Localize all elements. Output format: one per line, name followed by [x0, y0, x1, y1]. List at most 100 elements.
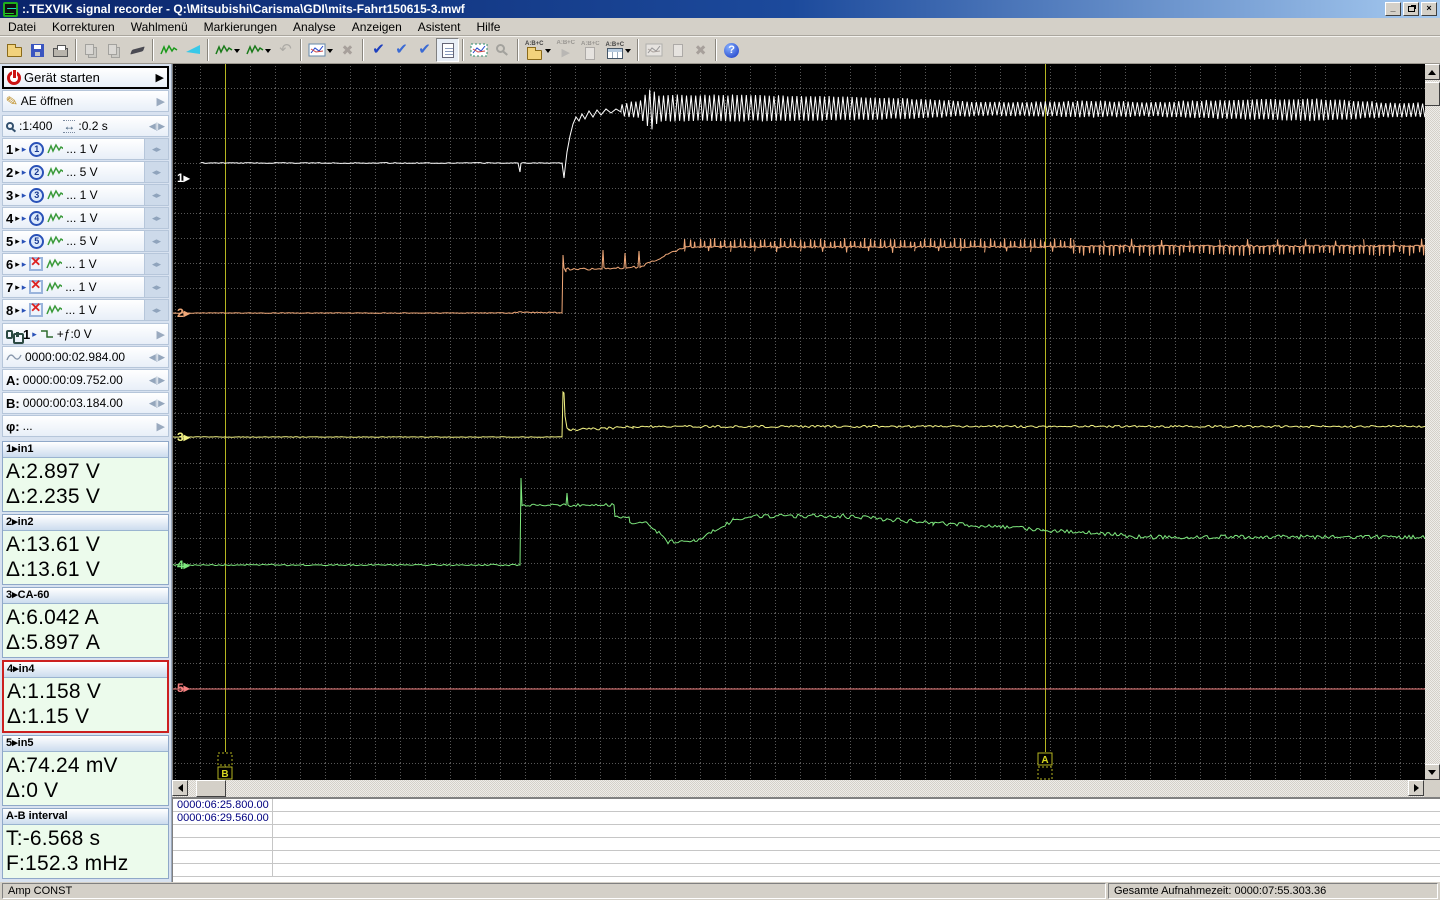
channel-row-4[interactable]: 4 ▸ ▸ 4... 1 V ◂▸: [2, 207, 169, 229]
abc-table-button[interactable]: A:B+C: [603, 38, 635, 62]
scroll-down-button[interactable]: [1424, 764, 1440, 780]
marker-pen-button[interactable]: [181, 38, 204, 62]
horizontal-scrollbar[interactable]: [172, 780, 1440, 797]
vertical-scrollbar[interactable]: [1424, 64, 1440, 780]
search-zoom-button[interactable]: [491, 38, 514, 62]
open-ae-label: AE öffnen: [20, 94, 74, 108]
channel-enabled-icon[interactable]: 3: [29, 187, 45, 203]
plot-area[interactable]: B A 1▸ 2▸ 3▸ 4▸ 5▸: [172, 64, 1425, 780]
channel-enabled-icon[interactable]: 4: [29, 210, 45, 226]
shift-signal-button[interactable]: [243, 38, 274, 62]
channel-adjust-arrows[interactable]: ◂▸: [144, 208, 168, 228]
channel-row-7[interactable]: 7▸▸... 1 V◂▸: [2, 276, 169, 298]
channel-adjust-arrows[interactable]: ◂▸: [144, 139, 168, 159]
clear-button[interactable]: [126, 38, 149, 62]
zoom-step-arrows[interactable]: ◀|▶: [149, 121, 165, 132]
help-button[interactable]: ?: [720, 38, 743, 62]
open-ae-button[interactable]: ✎ AE öffnen ▶: [2, 90, 169, 112]
channel-row-2[interactable]: 2 ▸ ▸ 2... 5 V ◂▸: [2, 161, 169, 183]
undo-button[interactable]: ↶: [274, 38, 297, 62]
chart-window-button[interactable]: [305, 38, 336, 62]
trigger-row[interactable]: 1 ▸ +ƒ:0 V ▶: [2, 323, 169, 345]
restore-button[interactable]: [1403, 2, 1419, 16]
cursor-step-arrows[interactable]: ◀|▶: [149, 352, 165, 363]
impulse-view-button[interactable]: [157, 38, 181, 62]
channel-disabled-icon[interactable]: [29, 277, 44, 294]
channel-row-6[interactable]: 6▸▸... 1 V◂▸: [2, 253, 169, 275]
copy-fragment-button[interactable]: [103, 38, 126, 62]
phase-row[interactable]: φ: ... ▶: [2, 415, 169, 437]
analysis-window-button[interactable]: [467, 38, 491, 62]
channel-adjust-arrows[interactable]: ◂▸: [144, 231, 168, 251]
time-table-row[interactable]: [173, 825, 1440, 838]
abc-run-button[interactable]: A:B+C ▶: [554, 38, 579, 62]
scale-signal-button[interactable]: [212, 38, 243, 62]
dropdown-arrow-icon: [544, 49, 551, 56]
copy-signal-button[interactable]: [80, 38, 103, 62]
measure-panel-in1[interactable]: 1▸in1 A:2.897 V Δ:2.235 V: [2, 441, 169, 512]
menu-anzeigen[interactable]: Anzeigen: [344, 18, 410, 36]
channel-enabled-icon[interactable]: 5: [29, 233, 45, 249]
abc-open-button[interactable]: A:B+C: [522, 38, 554, 62]
channel-enabled-icon[interactable]: 2: [29, 164, 45, 180]
channel-row-5[interactable]: 5 ▸ ▸ 5... 5 V ◂▸: [2, 230, 169, 252]
minimize-button[interactable]: _: [1385, 2, 1401, 16]
menu-hilfe[interactable]: Hilfe: [468, 18, 508, 36]
time-table-row[interactable]: [173, 864, 1440, 877]
marker-b-row[interactable]: B: 0000:00:03.184.00 ◀|▶: [2, 392, 169, 414]
time-table-row[interactable]: [173, 838, 1440, 851]
channel-enabled-icon[interactable]: 1: [29, 141, 45, 157]
scroll-up-button[interactable]: [1424, 64, 1440, 80]
measure-panel-ca60[interactable]: 3▸CA-60 A:6.042 A Δ:5.897 A: [2, 587, 169, 658]
channel-adjust-arrows[interactable]: ◂▸: [144, 185, 168, 205]
plot-canvas[interactable]: B A 1▸ 2▸ 3▸ 4▸ 5▸: [173, 64, 1425, 780]
menu-wahlmenü[interactable]: Wahlmenü: [123, 18, 196, 36]
abc-page-button[interactable]: A:B+C: [578, 38, 603, 62]
zoom-row[interactable]: :1:400 ↔ :0.2 s ◀|▶: [2, 115, 169, 137]
channel-range-value: ... 1 V: [65, 257, 97, 271]
measure-panel-in4[interactable]: 4▸in4 A:1.158 V Δ:1.15 V: [2, 660, 169, 733]
marker-b-arrows[interactable]: ◀|▶: [149, 398, 165, 409]
horizontal-scroll-thumb[interactable]: [196, 780, 226, 797]
measure-panel-ab-interval[interactable]: A-B interval T:-6.568 s F:152.3 mHz: [2, 808, 169, 879]
channel-row-3[interactable]: 3 ▸ ▸ 3... 1 V ◂▸: [2, 184, 169, 206]
print-button[interactable]: [49, 38, 72, 62]
scroll-left-button[interactable]: [172, 780, 188, 796]
result-page-button[interactable]: [666, 38, 689, 62]
menu-korrekturen[interactable]: Korrekturen: [44, 18, 123, 36]
result-chart-button[interactable]: [642, 38, 666, 62]
open-file-button[interactable]: [3, 38, 26, 62]
channel-adjust-arrows[interactable]: ◂▸: [144, 300, 168, 320]
menu-markierungen[interactable]: Markierungen: [196, 18, 285, 36]
menu-asistent[interactable]: Asistent: [410, 18, 469, 36]
start-device-button[interactable]: Gerät starten ▶: [2, 66, 169, 89]
marker-a-arrows[interactable]: ◀|▶: [149, 375, 165, 386]
confirm-all-right-button[interactable]: ✔: [413, 38, 436, 62]
marker-a-row[interactable]: A: 0000:00:09.752.00 ◀|▶: [2, 369, 169, 391]
channel-row-1[interactable]: 1 ▸ ▸ 1... 1 V ◂▸: [2, 138, 169, 160]
close-button[interactable]: ×: [1421, 2, 1437, 16]
result-delete-button[interactable]: ✖: [689, 38, 712, 62]
confirm-button[interactable]: ✔: [367, 38, 390, 62]
menu-analyse[interactable]: Analyse: [285, 18, 344, 36]
time-table-row[interactable]: 0000:06:25.800.00: [173, 799, 1440, 812]
copy-fragment-icon: [108, 43, 117, 55]
save-button[interactable]: [26, 38, 49, 62]
protocol-button[interactable]: [436, 38, 459, 62]
time-table-row[interactable]: 0000:06:29.560.00: [173, 812, 1440, 825]
channel-row-8[interactable]: 8▸▸... 1 V◂▸: [2, 299, 169, 321]
menu-datei[interactable]: Datei: [0, 18, 44, 36]
channel-disabled-icon[interactable]: [29, 300, 44, 317]
channel-adjust-arrows[interactable]: ◂▸: [144, 162, 168, 182]
channel-adjust-arrows[interactable]: ◂▸: [144, 254, 168, 274]
measure-panel-in2[interactable]: 2▸in2 A:13.61 V Δ:13.61 V: [2, 514, 169, 585]
channel-disabled-icon[interactable]: [29, 254, 44, 271]
confirm-all-down-button[interactable]: ✔: [390, 38, 413, 62]
vertical-scroll-thumb[interactable]: [1424, 82, 1440, 106]
cursor-time-row[interactable]: 0000:00:02.984.00 ◀|▶: [2, 346, 169, 368]
scroll-right-button[interactable]: [1408, 780, 1424, 796]
time-table-row[interactable]: [173, 851, 1440, 864]
channel-adjust-arrows[interactable]: ◂▸: [144, 277, 168, 297]
delete-chart-button[interactable]: ✖: [336, 38, 359, 62]
measure-panel-in5[interactable]: 5▸in5 A:74.24 mV Δ:0 V: [2, 735, 169, 806]
